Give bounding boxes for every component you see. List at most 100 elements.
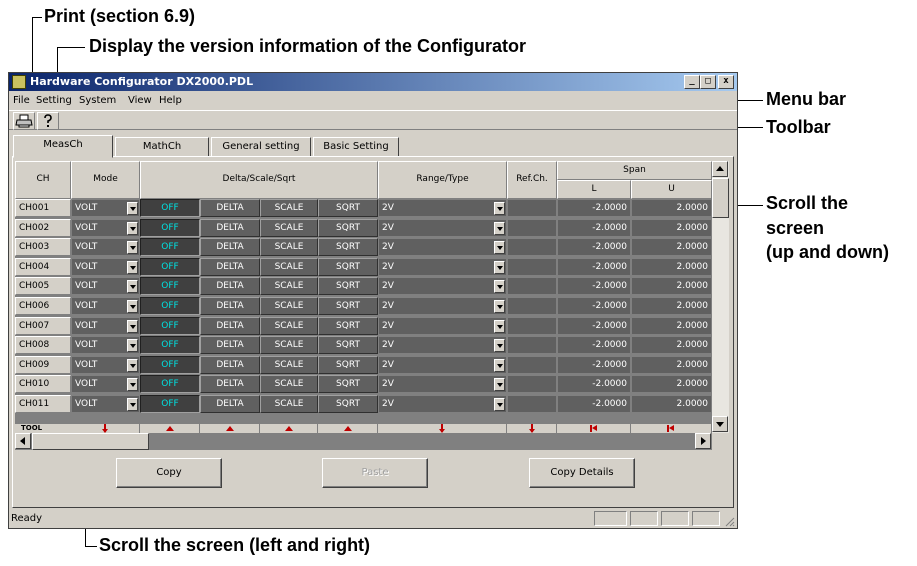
tab-mathch[interactable]: MathCh bbox=[115, 137, 209, 157]
fill-down-icon[interactable] bbox=[71, 424, 140, 433]
menu-setting[interactable]: Setting bbox=[36, 95, 72, 106]
resize-grip-icon[interactable] bbox=[723, 515, 735, 527]
dropdown-arrow-icon[interactable] bbox=[494, 320, 505, 333]
ref-ch-cell[interactable] bbox=[507, 375, 557, 393]
span-lower-cell[interactable]: -2.0000 bbox=[557, 219, 631, 237]
mode-select[interactable]: VOLT bbox=[71, 317, 140, 335]
mode-select[interactable]: VOLT bbox=[71, 219, 140, 237]
copy-details-button[interactable]: Copy Details bbox=[529, 458, 635, 488]
scale-button[interactable]: SCALE bbox=[260, 395, 318, 413]
mode-select[interactable]: VOLT bbox=[71, 277, 140, 295]
ref-ch-cell[interactable] bbox=[507, 297, 557, 315]
sqrt-button[interactable]: SQRT bbox=[318, 297, 378, 315]
span-upper-cell[interactable]: 2.0000 bbox=[631, 375, 712, 393]
ref-ch-cell[interactable] bbox=[507, 395, 557, 413]
scale-button[interactable]: SCALE bbox=[260, 356, 318, 374]
ref-ch-cell[interactable] bbox=[507, 219, 557, 237]
dropdown-arrow-icon[interactable] bbox=[127, 300, 138, 313]
dropdown-arrow-icon[interactable] bbox=[494, 222, 505, 235]
off-button[interactable]: OFF bbox=[140, 317, 200, 335]
dropdown-arrow-icon[interactable] bbox=[494, 398, 505, 411]
dropdown-arrow-icon[interactable] bbox=[127, 261, 138, 274]
sqrt-button[interactable]: SQRT bbox=[318, 277, 378, 295]
mode-select[interactable]: VOLT bbox=[71, 199, 140, 217]
off-button[interactable]: OFF bbox=[140, 238, 200, 256]
dropdown-arrow-icon[interactable] bbox=[494, 378, 505, 391]
off-button[interactable]: OFF bbox=[140, 199, 200, 217]
span-upper-cell[interactable]: 2.0000 bbox=[631, 258, 712, 276]
dropdown-arrow-icon[interactable] bbox=[494, 300, 505, 313]
maximize-button[interactable]: □ bbox=[700, 75, 716, 89]
dropdown-arrow-icon[interactable] bbox=[127, 241, 138, 254]
fill-up-icon[interactable] bbox=[318, 424, 378, 433]
copy-button[interactable]: Copy bbox=[116, 458, 222, 488]
ref-ch-cell[interactable] bbox=[507, 238, 557, 256]
delta-button[interactable]: DELTA bbox=[200, 258, 260, 276]
span-lower-cell[interactable]: -2.0000 bbox=[557, 277, 631, 295]
delta-button[interactable]: DELTA bbox=[200, 317, 260, 335]
fill-up-icon[interactable] bbox=[140, 424, 200, 433]
scale-button[interactable]: SCALE bbox=[260, 199, 318, 217]
delta-button[interactable]: DELTA bbox=[200, 336, 260, 354]
delta-button[interactable]: DELTA bbox=[200, 375, 260, 393]
range-select[interactable]: 2V bbox=[378, 336, 507, 354]
sqrt-button[interactable]: SQRT bbox=[318, 258, 378, 276]
off-button[interactable]: OFF bbox=[140, 277, 200, 295]
mode-select[interactable]: VOLT bbox=[71, 395, 140, 413]
span-upper-cell[interactable]: 2.0000 bbox=[631, 277, 712, 295]
scroll-down-button[interactable] bbox=[712, 416, 728, 432]
first-value-icon[interactable] bbox=[631, 424, 712, 433]
span-upper-cell[interactable]: 2.0000 bbox=[631, 297, 712, 315]
range-select[interactable]: 2V bbox=[378, 297, 507, 315]
delta-button[interactable]: DELTA bbox=[200, 356, 260, 374]
scale-button[interactable]: SCALE bbox=[260, 219, 318, 237]
delta-button[interactable]: DELTA bbox=[200, 199, 260, 217]
off-button[interactable]: OFF bbox=[140, 258, 200, 276]
span-upper-cell[interactable]: 2.0000 bbox=[631, 356, 712, 374]
dropdown-arrow-icon[interactable] bbox=[494, 359, 505, 372]
span-lower-cell[interactable]: -2.0000 bbox=[557, 375, 631, 393]
dropdown-arrow-icon[interactable] bbox=[127, 320, 138, 333]
fill-down-icon[interactable] bbox=[378, 424, 507, 433]
mode-select[interactable]: VOLT bbox=[71, 356, 140, 374]
dropdown-arrow-icon[interactable] bbox=[127, 202, 138, 215]
sqrt-button[interactable]: SQRT bbox=[318, 238, 378, 256]
span-lower-cell[interactable]: -2.0000 bbox=[557, 297, 631, 315]
off-button[interactable]: OFF bbox=[140, 356, 200, 374]
dropdown-arrow-icon[interactable] bbox=[494, 280, 505, 293]
scale-button[interactable]: SCALE bbox=[260, 297, 318, 315]
dropdown-arrow-icon[interactable] bbox=[494, 261, 505, 274]
mode-select[interactable]: VOLT bbox=[71, 258, 140, 276]
menu-help[interactable]: Help bbox=[159, 95, 182, 106]
span-upper-cell[interactable]: 2.0000 bbox=[631, 238, 712, 256]
dropdown-arrow-icon[interactable] bbox=[127, 280, 138, 293]
menu-file[interactable]: File bbox=[13, 95, 30, 106]
paste-button[interactable]: Paste bbox=[322, 458, 428, 488]
off-button[interactable]: OFF bbox=[140, 336, 200, 354]
fill-up-icon[interactable] bbox=[200, 424, 260, 433]
scale-button[interactable]: SCALE bbox=[260, 336, 318, 354]
dropdown-arrow-icon[interactable] bbox=[127, 339, 138, 352]
span-lower-cell[interactable]: -2.0000 bbox=[557, 238, 631, 256]
scroll-left-button[interactable] bbox=[15, 433, 31, 449]
tab-measch[interactable]: MeasCh bbox=[13, 135, 113, 158]
ref-ch-cell[interactable] bbox=[507, 277, 557, 295]
delta-button[interactable]: DELTA bbox=[200, 277, 260, 295]
scale-button[interactable]: SCALE bbox=[260, 258, 318, 276]
sqrt-button[interactable]: SQRT bbox=[318, 395, 378, 413]
range-select[interactable]: 2V bbox=[378, 199, 507, 217]
delta-button[interactable]: DELTA bbox=[200, 297, 260, 315]
fill-down-icon[interactable] bbox=[507, 424, 557, 433]
span-upper-cell[interactable]: 2.0000 bbox=[631, 336, 712, 354]
scroll-up-button[interactable] bbox=[712, 161, 728, 177]
sqrt-button[interactable]: SQRT bbox=[318, 317, 378, 335]
span-upper-cell[interactable]: 2.0000 bbox=[631, 317, 712, 335]
ref-ch-cell[interactable] bbox=[507, 336, 557, 354]
ref-ch-cell[interactable] bbox=[507, 199, 557, 217]
span-lower-cell[interactable]: -2.0000 bbox=[557, 356, 631, 374]
menu-system[interactable]: System bbox=[79, 95, 116, 106]
range-select[interactable]: 2V bbox=[378, 238, 507, 256]
span-lower-cell[interactable]: -2.0000 bbox=[557, 199, 631, 217]
scroll-right-button[interactable] bbox=[695, 433, 711, 449]
span-lower-cell[interactable]: -2.0000 bbox=[557, 258, 631, 276]
